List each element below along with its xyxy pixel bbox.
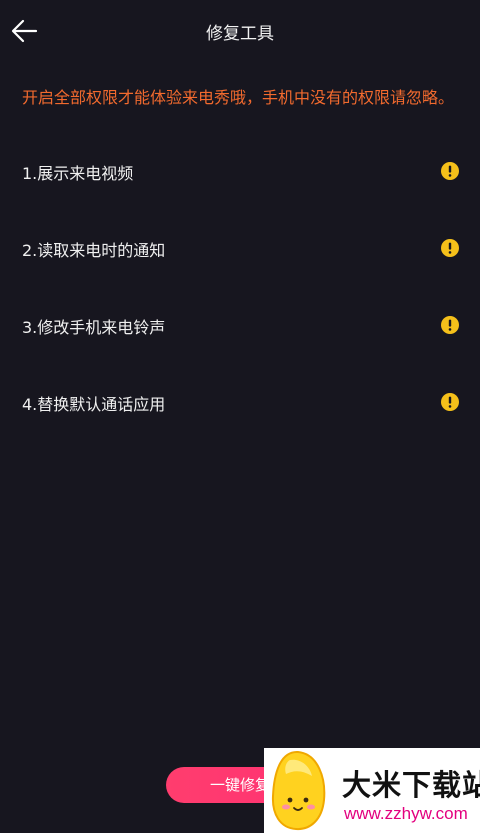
permission-item-read-notifications[interactable]: 2.读取来电时的通知 <box>0 211 480 288</box>
permission-item-default-dialer[interactable]: 4.替换默认通话应用 <box>0 365 480 442</box>
page-title: 修复工具 <box>206 24 274 44</box>
site-watermark: 大米下载站 www.zzhyw.com <box>264 748 480 833</box>
permission-label: 4.替换默认通话应用 <box>22 395 166 414</box>
permission-item-modify-ringtone[interactable]: 3.修改手机来电铃声 <box>0 288 480 365</box>
watermark-site-name: 大米下载站 <box>342 768 480 802</box>
warning-icon <box>441 239 459 257</box>
rice-mascot-logo <box>271 750 326 831</box>
warning-icon <box>441 162 459 180</box>
permission-item-show-call-video[interactable]: 1.展示来电视频 <box>0 134 480 211</box>
permission-label: 1.展示来电视频 <box>22 164 134 183</box>
top-bar: 修复工具 <box>0 0 480 62</box>
warning-icon <box>441 316 459 334</box>
warning-icon <box>441 393 459 411</box>
permission-list: 1.展示来电视频 2.读取来电时的通知 3.修改手机来电铃声 4.替换默认通话应… <box>0 134 480 442</box>
permission-notice: 开启全部权限才能体验来电秀哦，手机中没有的权限请忽略。 <box>22 88 455 107</box>
permission-label: 2.读取来电时的通知 <box>22 241 166 260</box>
permission-label: 3.修改手机来电铃声 <box>22 318 166 337</box>
watermark-site-url: www.zzhyw.com <box>344 804 468 823</box>
